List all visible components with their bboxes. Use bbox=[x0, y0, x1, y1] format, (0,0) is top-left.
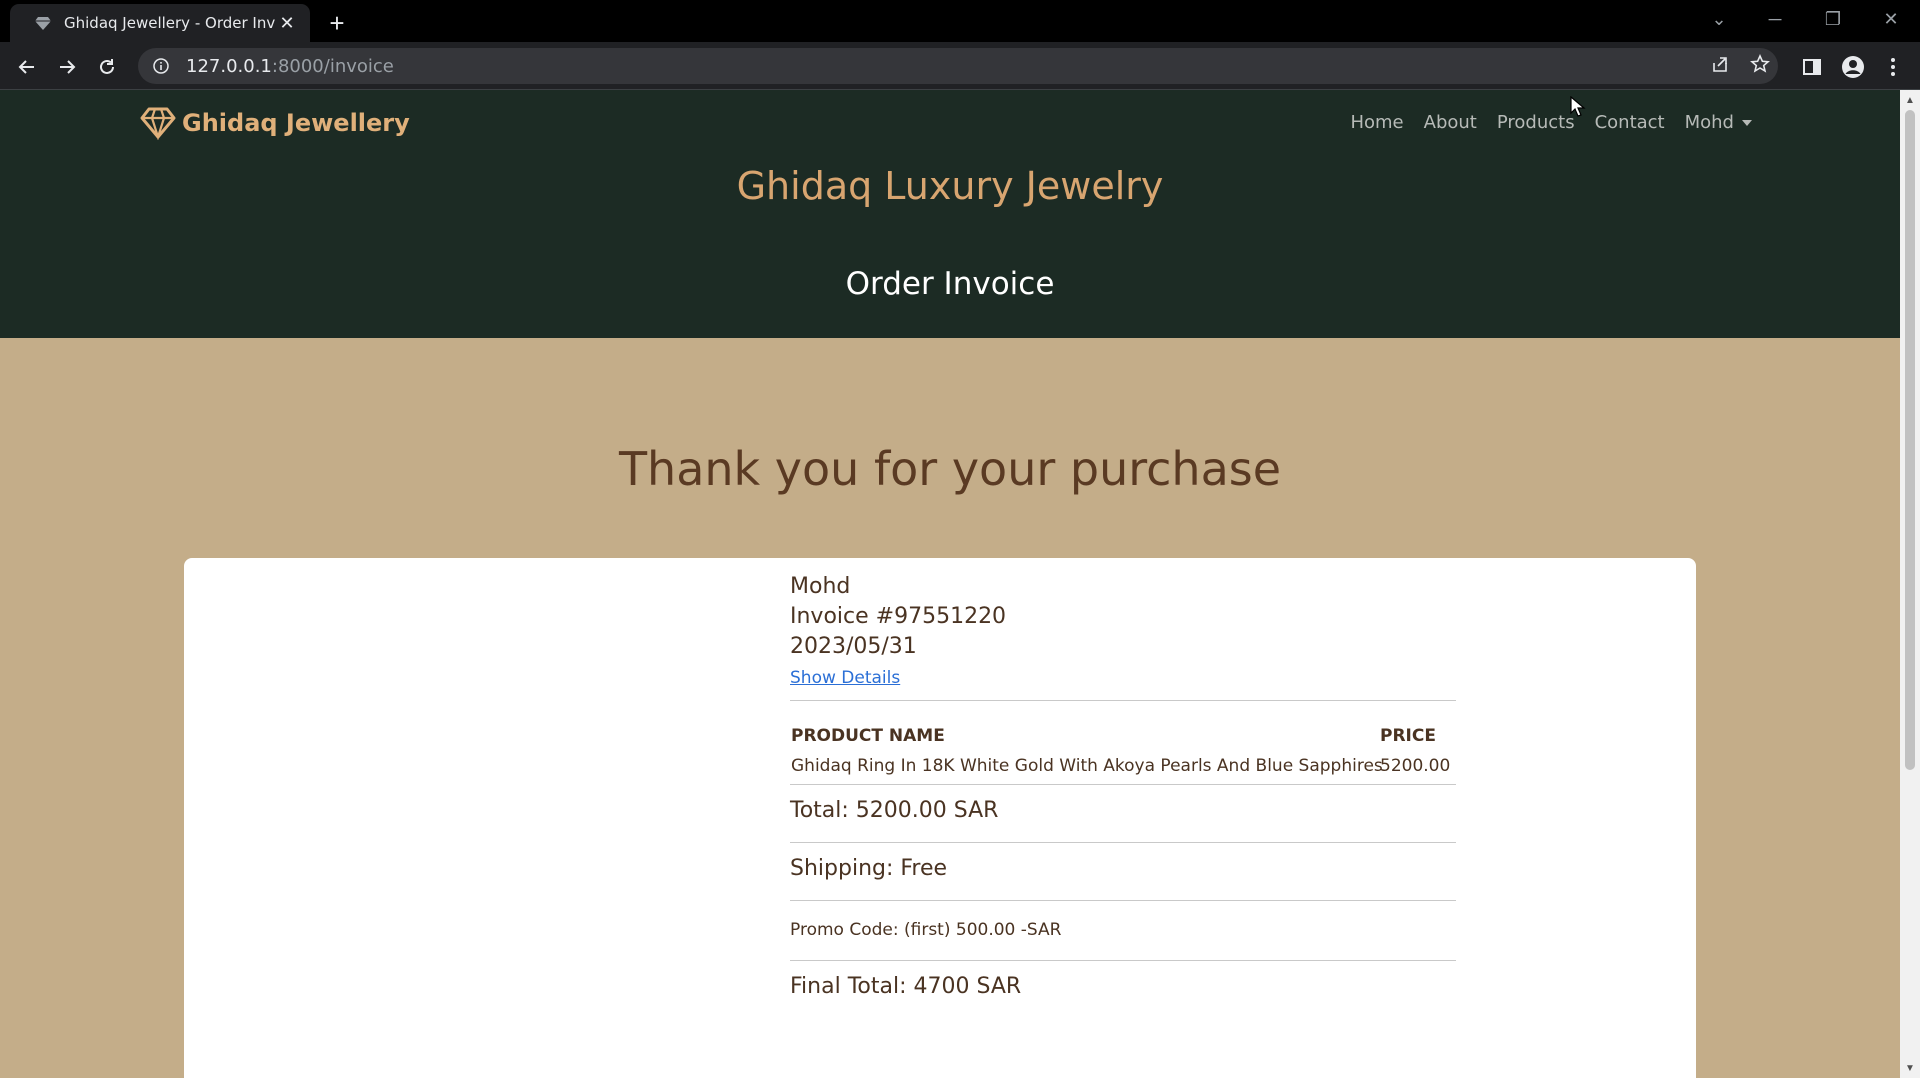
brand-logo-link[interactable]: Ghidaq Jewellery bbox=[140, 106, 410, 140]
divider bbox=[790, 700, 1456, 701]
invoice-date: 2023/05/31 bbox=[790, 634, 917, 659]
divider bbox=[790, 784, 1456, 785]
customer-name: Mohd bbox=[790, 574, 851, 599]
scrollbar-thumb[interactable] bbox=[1905, 110, 1915, 770]
bookmark-star-icon[interactable] bbox=[1750, 53, 1770, 79]
nav-contact-link[interactable]: Contact bbox=[1595, 112, 1665, 133]
close-tab-icon[interactable]: ✕ bbox=[276, 12, 298, 34]
brand-name: Ghidaq Jewellery bbox=[182, 109, 410, 137]
shipping: Shipping: Free bbox=[790, 856, 948, 881]
site-title: Ghidaq Luxury Jewelry bbox=[736, 164, 1164, 208]
thank-you-heading: Thank you for your purchase bbox=[618, 442, 1282, 496]
item-price: 5200.00 bbox=[1380, 756, 1451, 776]
final-total: Final Total: 4700 SAR bbox=[790, 974, 1022, 999]
nav-home-link[interactable]: Home bbox=[1350, 112, 1403, 133]
show-details-link[interactable]: Show Details bbox=[790, 668, 900, 688]
mouse-cursor-icon bbox=[1570, 96, 1586, 117]
diamond-logo-icon bbox=[140, 107, 176, 140]
url-host: 127.0.0.1 bbox=[186, 55, 272, 77]
tab-strip: Ghidaq Jewellery - Order Invoice ✕ + ⌄ ─… bbox=[0, 0, 1920, 42]
site-info-icon[interactable] bbox=[152, 57, 170, 75]
window-close-button[interactable]: ✕ bbox=[1862, 0, 1920, 38]
url-path: :8000/invoice bbox=[271, 55, 394, 77]
tab-search-icon[interactable]: ⌄ bbox=[1690, 0, 1748, 38]
reload-icon bbox=[100, 59, 114, 74]
vertical-scrollbar[interactable]: ▲ ▼ bbox=[1900, 90, 1920, 1078]
new-tab-button[interactable]: + bbox=[322, 8, 352, 38]
scroll-down-icon[interactable]: ▼ bbox=[1904, 1062, 1916, 1074]
forward-button[interactable] bbox=[50, 50, 84, 84]
column-header-product: PRODUCT NAME bbox=[791, 726, 945, 746]
total: Total: 5200.00 SAR bbox=[790, 798, 999, 823]
divider bbox=[790, 960, 1456, 961]
item-name: Ghidaq Ring In 18K White Gold With Akoya… bbox=[791, 756, 1383, 776]
reload-button[interactable] bbox=[90, 50, 124, 84]
site-header: Ghidaq Jewellery Home About Products Con… bbox=[0, 90, 1900, 338]
page-title: Order Invoice bbox=[845, 266, 1055, 302]
divider bbox=[790, 842, 1456, 843]
invoice-card: Mohd Invoice #97551220 2023/05/31 Show D… bbox=[184, 558, 1696, 1078]
restore-button[interactable]: ❐ bbox=[1804, 0, 1862, 38]
back-button[interactable] bbox=[10, 50, 44, 84]
divider bbox=[790, 900, 1456, 901]
side-panel-icon[interactable] bbox=[1795, 50, 1829, 84]
share-icon[interactable] bbox=[1710, 54, 1730, 79]
main-nav: Home About Products Contact Mohd bbox=[1350, 112, 1752, 133]
promo-code: Promo Code: (first) 500.00 -SAR bbox=[790, 920, 1062, 940]
user-menu-label: Mohd bbox=[1684, 112, 1734, 133]
column-header-price: PRICE bbox=[1380, 726, 1436, 746]
profile-avatar-icon[interactable] bbox=[1836, 50, 1870, 84]
browser-tab[interactable]: Ghidaq Jewellery - Order Invoice ✕ bbox=[10, 4, 310, 42]
nav-about-link[interactable]: About bbox=[1424, 112, 1477, 133]
back-arrow-icon bbox=[18, 60, 34, 74]
minimize-button[interactable]: ─ bbox=[1746, 0, 1804, 38]
scroll-up-icon[interactable]: ▲ bbox=[1904, 94, 1916, 106]
browser-toolbar: 127.0.0.1:8000/invoice bbox=[0, 42, 1920, 90]
user-menu-dropdown[interactable]: Mohd bbox=[1685, 112, 1752, 133]
invoice-number: Invoice #97551220 bbox=[790, 604, 1007, 629]
nav-products-link[interactable]: Products bbox=[1497, 112, 1575, 133]
chevron-down-icon bbox=[1742, 120, 1752, 126]
browser-window: Ghidaq Jewellery - Order Invoice ✕ + ⌄ ─… bbox=[0, 0, 1920, 1078]
page-viewport: Ghidaq Jewellery Home About Products Con… bbox=[0, 90, 1900, 1078]
browser-menu-icon[interactable] bbox=[1876, 50, 1910, 84]
tab-title: Ghidaq Jewellery - Order Invoice bbox=[64, 14, 276, 32]
address-bar[interactable]: 127.0.0.1:8000/invoice bbox=[138, 48, 1778, 84]
diamond-favicon-icon bbox=[34, 14, 52, 32]
forward-arrow-icon bbox=[60, 60, 76, 74]
